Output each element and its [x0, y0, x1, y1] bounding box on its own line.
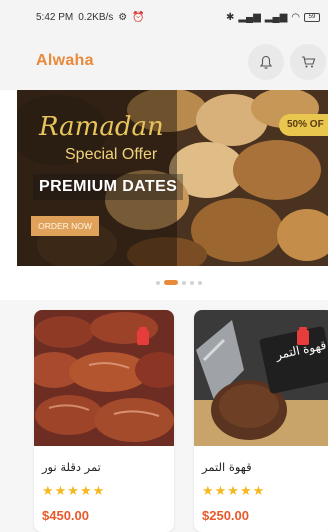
product-list: تمر دقلة نور ★★★★★ $450.00 قهوة التمر قه… [0, 300, 328, 532]
bell-icon [259, 55, 273, 69]
favorite-icon[interactable] [137, 327, 149, 345]
rating-stars: ★★★★★ [202, 483, 266, 498]
status-bar: 5:42 PM 0.2KB/s ⚙ ⏰ ✱ ▂▄▆ ▂▄▆ ◠ 59 [0, 0, 328, 38]
carousel-dot[interactable] [190, 281, 194, 285]
bluetooth-icon: ✱ [225, 12, 235, 23]
banner-headline: PREMIUM DATES [33, 174, 184, 200]
product-name: تمر دقلة نور [42, 460, 101, 474]
wifi-icon: ◠ [291, 12, 300, 23]
signal-icon-2: ▂▄▆ [264, 12, 288, 23]
carousel-indicator [0, 278, 328, 288]
product-card[interactable]: قهوة التمر قهوة التمر ★★★★★ $250.00 [194, 310, 328, 532]
app-bar: Alwaha [0, 38, 328, 90]
brand-title: Alwaha [36, 52, 94, 69]
banner-subtitle: Special Offer [65, 146, 158, 163]
status-left: 5:42 PM 0.2KB/s ⚙ ⏰ [36, 12, 145, 23]
order-now-button[interactable]: ORDER NOW [31, 216, 99, 236]
status-right: ✱ ▂▄▆ ▂▄▆ ◠ 59 [226, 12, 320, 23]
product-price: $450.00 [42, 508, 89, 523]
carousel-dot-active[interactable] [164, 280, 178, 285]
product-price: $250.00 [202, 508, 249, 523]
carousel-dot[interactable] [156, 281, 160, 285]
product-image-dates [34, 310, 174, 446]
network-speed: 0.2KB/s [78, 12, 114, 23]
rating-stars: ★★★★★ [42, 483, 106, 498]
promo-banner[interactable]: Ramadan Special Offer PREMIUM DATES ORDE… [17, 90, 328, 266]
carousel-dot[interactable] [182, 281, 186, 285]
product-name: قهوة التمر [202, 460, 252, 474]
cart-icon [301, 56, 315, 68]
signal-icon: ▂▄▆ [238, 12, 261, 23]
status-time: 5:42 PM [36, 12, 74, 23]
battery-icon: 59 [304, 13, 320, 22]
banner-script-title: Ramadan [39, 112, 164, 142]
product-card[interactable]: تمر دقلة نور ★★★★★ $450.00 [34, 310, 174, 532]
settings-icon: ⚙ [118, 12, 128, 23]
discount-badge: 50% OF [279, 114, 328, 136]
carousel-dot[interactable] [198, 281, 202, 285]
notifications-button[interactable] [248, 44, 284, 80]
cart-button[interactable] [290, 44, 326, 80]
alarm-icon: ⏰ [132, 12, 145, 23]
